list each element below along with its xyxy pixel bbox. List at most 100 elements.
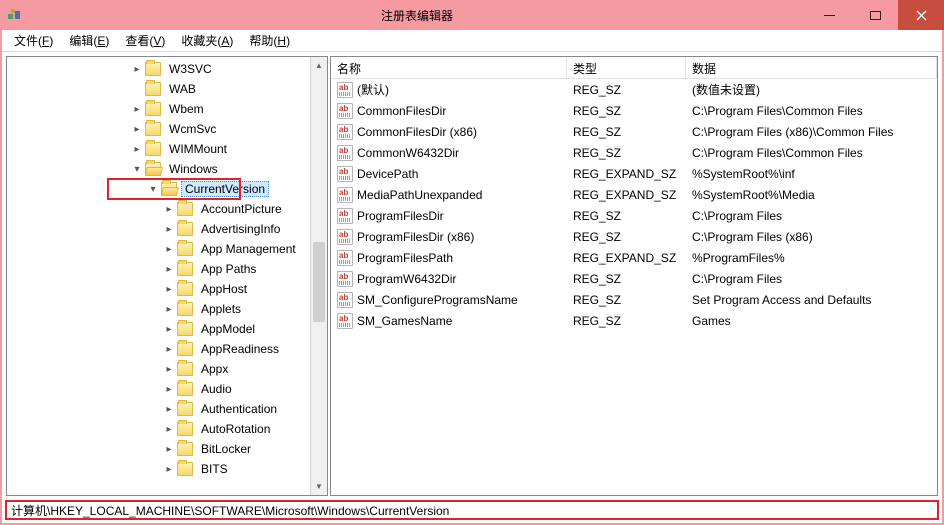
value-name: SM_GamesName <box>357 314 452 328</box>
close-button[interactable] <box>898 0 944 30</box>
list-item[interactable]: ProgramW6432DirREG_SZC:\Program Files <box>331 268 937 289</box>
expand-icon[interactable]: ▸ <box>131 63 143 75</box>
list-item[interactable]: DevicePathREG_EXPAND_SZ%SystemRoot%\inf <box>331 163 937 184</box>
tree-label: AppHost <box>197 281 251 297</box>
menu-编辑[interactable]: 编辑(E) <box>61 30 117 51</box>
list-item[interactable]: (默认)REG_SZ(数值未设置) <box>331 79 937 100</box>
list-item[interactable]: MediaPathUnexpandedREG_EXPAND_SZ%SystemR… <box>331 184 937 205</box>
expand-icon[interactable]: ▸ <box>163 343 175 355</box>
menu-帮助[interactable]: 帮助(H) <box>241 30 298 51</box>
tree-node-windows[interactable]: ▾ Windows <box>7 159 327 179</box>
tree-node-advertisinginfo[interactable]: ▸AdvertisingInfo <box>7 219 327 239</box>
tree-pane[interactable]: ▸W3SVC▸WAB▸Wbem▸WcmSvc▸WIMMount▾Windows▾… <box>6 56 328 496</box>
list-item[interactable]: ProgramFilesDirREG_SZC:\Program Files <box>331 205 937 226</box>
folder-icon <box>177 382 193 396</box>
tree-node-autorotation[interactable]: ▸AutoRotation <box>7 419 327 439</box>
tree-node-app-management[interactable]: ▸App Management <box>7 239 327 259</box>
expand-icon[interactable]: ▸ <box>131 83 143 95</box>
value-type: REG_SZ <box>567 272 686 286</box>
value-name: ProgramFilesPath <box>357 251 453 265</box>
list-item[interactable]: SM_GamesNameREG_SZGames <box>331 310 937 331</box>
tree-node-authentication[interactable]: ▸Authentication <box>7 399 327 419</box>
menu-bar: 文件(F)编辑(E)查看(V)收藏夹(A)帮助(H) <box>2 30 942 52</box>
expand-icon[interactable]: ▸ <box>131 123 143 135</box>
expand-icon[interactable]: ▸ <box>163 363 175 375</box>
expand-icon[interactable]: ▸ <box>163 463 175 475</box>
expand-icon[interactable]: ▸ <box>163 283 175 295</box>
list-item[interactable]: ProgramFilesPathREG_EXPAND_SZ%ProgramFil… <box>331 247 937 268</box>
list-item[interactable]: CommonW6432DirREG_SZC:\Program Files\Com… <box>331 142 937 163</box>
folder-icon <box>177 342 193 356</box>
expand-icon[interactable]: ▸ <box>163 203 175 215</box>
folder-icon <box>177 242 193 256</box>
expand-icon[interactable]: ▸ <box>131 103 143 115</box>
tree-scrollbar[interactable]: ▲ ▼ <box>310 57 327 495</box>
expand-icon[interactable]: ▸ <box>163 383 175 395</box>
column-name[interactable]: 名称 <box>331 57 567 78</box>
folder-icon <box>145 82 161 96</box>
tree-node-audio[interactable]: ▸Audio <box>7 379 327 399</box>
tree-node-bits[interactable]: ▸BITS <box>7 459 327 479</box>
tree-node-appx[interactable]: ▸Appx <box>7 359 327 379</box>
tree-node-appmodel[interactable]: ▸AppModel <box>7 319 327 339</box>
tree-label: W3SVC <box>165 61 216 77</box>
value-data: %ProgramFiles% <box>686 251 937 265</box>
string-value-icon <box>337 208 353 224</box>
value-data: C:\Program Files\Common Files <box>686 104 937 118</box>
expand-icon[interactable]: ▾ <box>147 183 159 195</box>
folder-icon <box>177 282 193 296</box>
value-name: DevicePath <box>357 167 418 181</box>
minimize-button[interactable] <box>806 0 852 30</box>
tree-node-wcmsvc[interactable]: ▸WcmSvc <box>7 119 327 139</box>
expand-icon[interactable]: ▸ <box>163 303 175 315</box>
expand-icon[interactable]: ▸ <box>163 323 175 335</box>
tree-node-wbem[interactable]: ▸ Wbem <box>7 99 327 119</box>
tree-label: Windows <box>165 161 222 177</box>
tree-node-bitlocker[interactable]: ▸BitLocker <box>7 439 327 459</box>
column-data[interactable]: 数据 <box>686 57 937 78</box>
scroll-thumb[interactable] <box>313 242 325 322</box>
menu-文件[interactable]: 文件(F) <box>6 30 61 51</box>
value-data: C:\Program Files\Common Files <box>686 146 937 160</box>
list-item[interactable]: CommonFilesDir (x86)REG_SZC:\Program Fil… <box>331 121 937 142</box>
tree-node-w3svc[interactable]: ▸ W3SVC <box>7 59 327 79</box>
expand-icon[interactable]: ▸ <box>163 443 175 455</box>
string-value-icon <box>337 82 353 98</box>
expand-icon[interactable]: ▸ <box>163 423 175 435</box>
expand-icon[interactable]: ▸ <box>131 143 143 155</box>
tree-node-accountpicture[interactable]: ▸AccountPicture <box>7 199 327 219</box>
maximize-button[interactable] <box>852 0 898 30</box>
column-type[interactable]: 类型 <box>567 57 686 78</box>
expand-icon[interactable]: ▸ <box>163 263 175 275</box>
value-name: CommonW6432Dir <box>357 146 459 160</box>
tree-label: CurrentVersion <box>181 181 269 197</box>
string-value-icon <box>337 166 353 182</box>
tree-label: Wbem <box>165 101 208 117</box>
value-type: REG_SZ <box>567 230 686 244</box>
main-area: 详细路径 ▸W3SVC▸WAB▸Wbem▸WcmSvc▸WIMMount▾Win… <box>2 52 942 500</box>
value-data: %SystemRoot%\inf <box>686 167 937 181</box>
string-value-icon <box>337 145 353 161</box>
tree-node-applets[interactable]: ▸Applets <box>7 299 327 319</box>
menu-收藏夹[interactable]: 收藏夹(A) <box>173 30 241 51</box>
menu-查看[interactable]: 查看(V) <box>117 30 173 51</box>
list-item[interactable]: ProgramFilesDir (x86)REG_SZC:\Program Fi… <box>331 226 937 247</box>
expand-icon[interactable]: ▾ <box>131 163 143 175</box>
list-item[interactable]: CommonFilesDirREG_SZC:\Program Files\Com… <box>331 100 937 121</box>
expand-icon[interactable]: ▸ <box>163 223 175 235</box>
tree-node-app-paths[interactable]: ▸App Paths <box>7 259 327 279</box>
tree-node-apphost[interactable]: ▸ AppHost <box>7 279 327 299</box>
tree-node-currentversion[interactable]: ▾ CurrentVersion <box>7 179 327 199</box>
expand-icon[interactable]: ▸ <box>163 403 175 415</box>
string-value-icon <box>337 187 353 203</box>
tree-node-wab[interactable]: ▸WAB <box>7 79 327 99</box>
tree-node-appreadiness[interactable]: ▸AppReadiness <box>7 339 327 359</box>
tree-label: WIMMount <box>165 141 231 157</box>
value-data: %SystemRoot%\Media <box>686 188 937 202</box>
tree-node-wimmount[interactable]: ▸ WIMMount <box>7 139 327 159</box>
scroll-up-icon[interactable]: ▲ <box>311 57 327 74</box>
scroll-down-icon[interactable]: ▼ <box>311 478 327 495</box>
list-item[interactable]: SM_ConfigureProgramsNameREG_SZSet Progra… <box>331 289 937 310</box>
expand-icon[interactable]: ▸ <box>163 243 175 255</box>
list-pane[interactable]: 名称 类型 数据 (默认)REG_SZ(数值未设置)CommonFilesDir… <box>330 56 938 496</box>
